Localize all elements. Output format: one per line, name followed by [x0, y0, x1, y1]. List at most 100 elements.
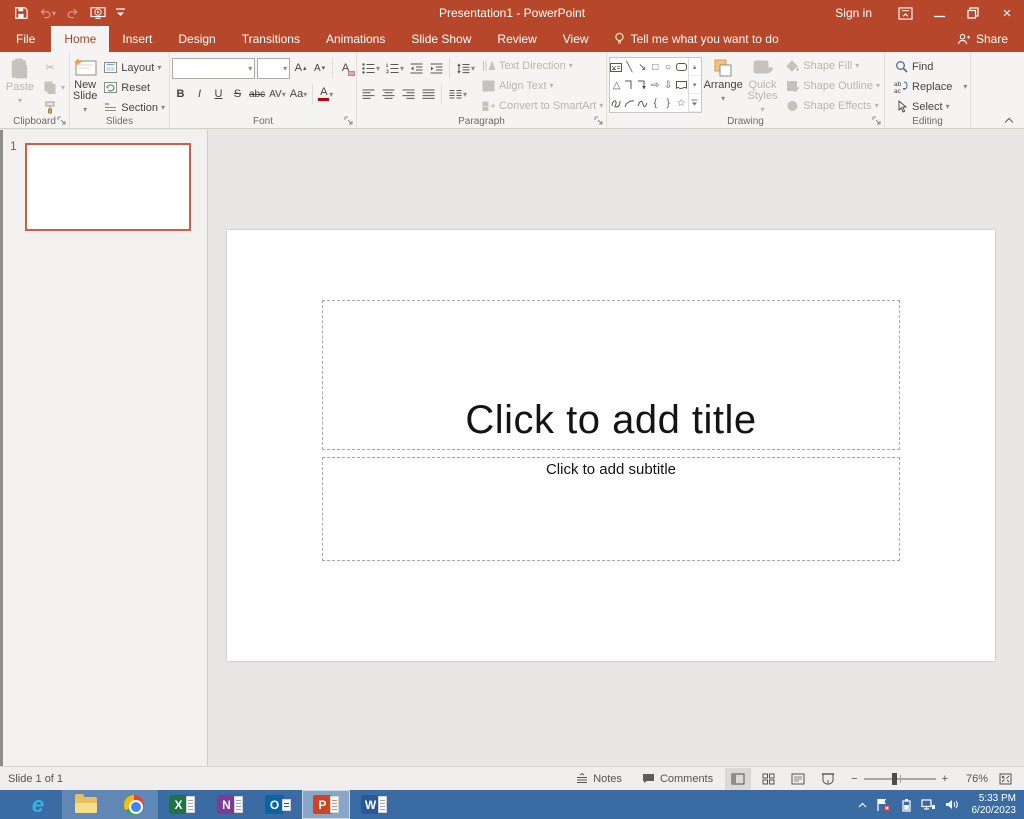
align-left-button[interactable]: [359, 84, 377, 104]
taskbar-excel-icon[interactable]: X: [158, 790, 206, 819]
line-spacing-button[interactable]: ▾: [454, 58, 476, 78]
align-text-button[interactable]: Align Text▾: [478, 77, 605, 94]
redo-icon[interactable]: [66, 7, 80, 20]
collapse-ribbon-icon[interactable]: [1004, 117, 1014, 124]
shapes-scroll-up-icon[interactable]: ▴: [689, 58, 701, 76]
character-spacing-button[interactable]: AV▾: [268, 84, 287, 104]
layout-button[interactable]: Layout▾: [100, 59, 167, 76]
taskbar-outlook-icon[interactable]: O: [254, 790, 302, 819]
tab-transitions[interactable]: Transitions: [229, 26, 313, 52]
section-button[interactable]: Section▾: [100, 99, 167, 116]
close-button[interactable]: ×: [990, 0, 1024, 26]
tab-view[interactable]: View: [550, 26, 602, 52]
new-slide-button[interactable]: New Slide ▾: [72, 55, 98, 116]
shrink-font-button[interactable]: A▾: [311, 58, 328, 78]
battery-icon[interactable]: [900, 798, 912, 812]
shape-right-arrow-icon[interactable]: ⇨: [649, 76, 662, 94]
shape-elbow-arrow-connector-icon[interactable]: [636, 76, 649, 94]
slide-canvas[interactable]: Click to add title Click to add subtitle: [227, 230, 995, 661]
tab-home[interactable]: Home: [51, 26, 109, 52]
fit-slide-to-window-button[interactable]: [992, 768, 1018, 790]
font-dialog-launcher-icon[interactable]: [344, 116, 354, 126]
format-painter-button[interactable]: [40, 99, 67, 116]
copy-button[interactable]: ▾: [40, 79, 67, 96]
zoom-level[interactable]: 76%: [958, 773, 988, 785]
strikethrough-button[interactable]: S: [229, 84, 246, 104]
bold-button[interactable]: B: [172, 84, 189, 104]
decrease-indent-button[interactable]: [407, 58, 425, 78]
shape-down-arrow-icon[interactable]: ⇩: [662, 76, 675, 94]
shape-left-brace-icon[interactable]: {: [649, 94, 662, 112]
bullets-button[interactable]: ▾: [359, 58, 381, 78]
drawing-dialog-launcher-icon[interactable]: [872, 116, 882, 126]
slide-thumbnail[interactable]: [25, 143, 191, 231]
normal-view-button[interactable]: [725, 768, 751, 790]
notes-button[interactable]: Notes: [568, 767, 630, 791]
shape-effects-button[interactable]: Shape Effects▾: [782, 97, 882, 114]
paragraph-dialog-launcher-icon[interactable]: [594, 116, 604, 126]
tab-file[interactable]: File: [0, 26, 51, 52]
font-size-dropdown-icon[interactable]: ▾: [283, 64, 287, 73]
shapes-more-icon[interactable]: [689, 94, 701, 112]
reading-view-button[interactable]: [785, 768, 811, 790]
tab-animations[interactable]: Animations: [313, 26, 398, 52]
reset-button[interactable]: Reset: [100, 79, 167, 96]
font-size-combobox[interactable]: ▾: [257, 58, 290, 79]
undo-dropdown-icon[interactable]: ▾: [52, 9, 56, 18]
slide-indicator[interactable]: Slide 1 of 1: [0, 773, 63, 785]
text-direction-button[interactable]: Text Direction▾: [478, 57, 605, 74]
ribbon-display-options-icon[interactable]: [888, 0, 922, 26]
paste-dropdown-icon[interactable]: ▾: [18, 95, 22, 106]
zoom-out-button[interactable]: −: [851, 773, 857, 785]
taskbar-clock[interactable]: 5:33 PM 6/20/2023: [968, 793, 1017, 817]
underline-button[interactable]: U: [210, 84, 227, 104]
shape-oval-icon[interactable]: ○: [662, 58, 675, 76]
taskbar-onenote-icon[interactable]: N: [206, 790, 254, 819]
restore-button[interactable]: [956, 0, 990, 26]
shape-text-box-icon[interactable]: [610, 58, 623, 76]
shape-curve-icon[interactable]: [636, 94, 649, 112]
tell-me-box[interactable]: Tell me what you want to do: [602, 26, 791, 52]
numbering-button[interactable]: ▾: [383, 58, 405, 78]
arrange-button[interactable]: Arrange ▾: [704, 55, 743, 115]
tab-slide-show[interactable]: Slide Show: [398, 26, 484, 52]
customize-qat-icon[interactable]: [116, 8, 125, 18]
shape-arc-icon[interactable]: [623, 94, 636, 112]
share-button[interactable]: Share: [941, 26, 1024, 52]
show-hidden-icons-icon[interactable]: [858, 802, 867, 808]
paste-button[interactable]: Paste ▾: [2, 55, 38, 116]
taskbar-powerpoint-icon[interactable]: P: [302, 790, 350, 819]
undo-icon[interactable]: ▾: [38, 7, 56, 20]
zoom-slider[interactable]: [864, 778, 936, 780]
shape-flowchart-document-icon[interactable]: [675, 76, 688, 94]
font-name-combobox[interactable]: ▾: [172, 58, 255, 79]
select-button[interactable]: Select▾: [891, 98, 964, 115]
taskbar-file-explorer-icon[interactable]: [62, 790, 110, 819]
clear-formatting-button[interactable]: A: [337, 58, 354, 78]
shape-elbow-connector-icon[interactable]: [623, 76, 636, 94]
taskbar-internet-explorer-icon[interactable]: e: [14, 790, 62, 819]
align-center-button[interactable]: [379, 84, 397, 104]
tab-insert[interactable]: Insert: [109, 26, 165, 52]
quick-styles-button[interactable]: Quick Styles ▾: [745, 55, 781, 115]
zoom-slider-thumb[interactable]: [892, 773, 897, 785]
convert-to-smartart-button[interactable]: Convert to SmartArt▾: [478, 97, 605, 114]
slide-show-button[interactable]: [815, 768, 841, 790]
align-right-button[interactable]: [399, 84, 417, 104]
shape-rectangle-icon[interactable]: □: [649, 58, 662, 76]
strikethrough-abc-button[interactable]: abc: [248, 84, 266, 104]
title-placeholder[interactable]: Click to add title: [322, 300, 900, 450]
clipboard-dialog-launcher-icon[interactable]: [57, 116, 67, 126]
shape-arrow-icon[interactable]: ↘: [636, 58, 649, 76]
tab-design[interactable]: Design: [165, 26, 228, 52]
increase-indent-button[interactable]: [427, 58, 445, 78]
volume-icon[interactable]: [945, 798, 959, 811]
action-center-flag-icon[interactable]: [876, 798, 891, 812]
shape-line-icon[interactable]: ╲: [623, 58, 636, 76]
minimize-button[interactable]: [922, 0, 956, 26]
shape-fill-button[interactable]: Shape Fill▾: [782, 57, 882, 74]
zoom-in-button[interactable]: +: [942, 773, 948, 785]
shapes-scroll-down-icon[interactable]: ▾: [689, 76, 701, 94]
subtitle-placeholder[interactable]: Click to add subtitle: [322, 457, 900, 561]
taskbar-word-icon[interactable]: W: [350, 790, 398, 819]
